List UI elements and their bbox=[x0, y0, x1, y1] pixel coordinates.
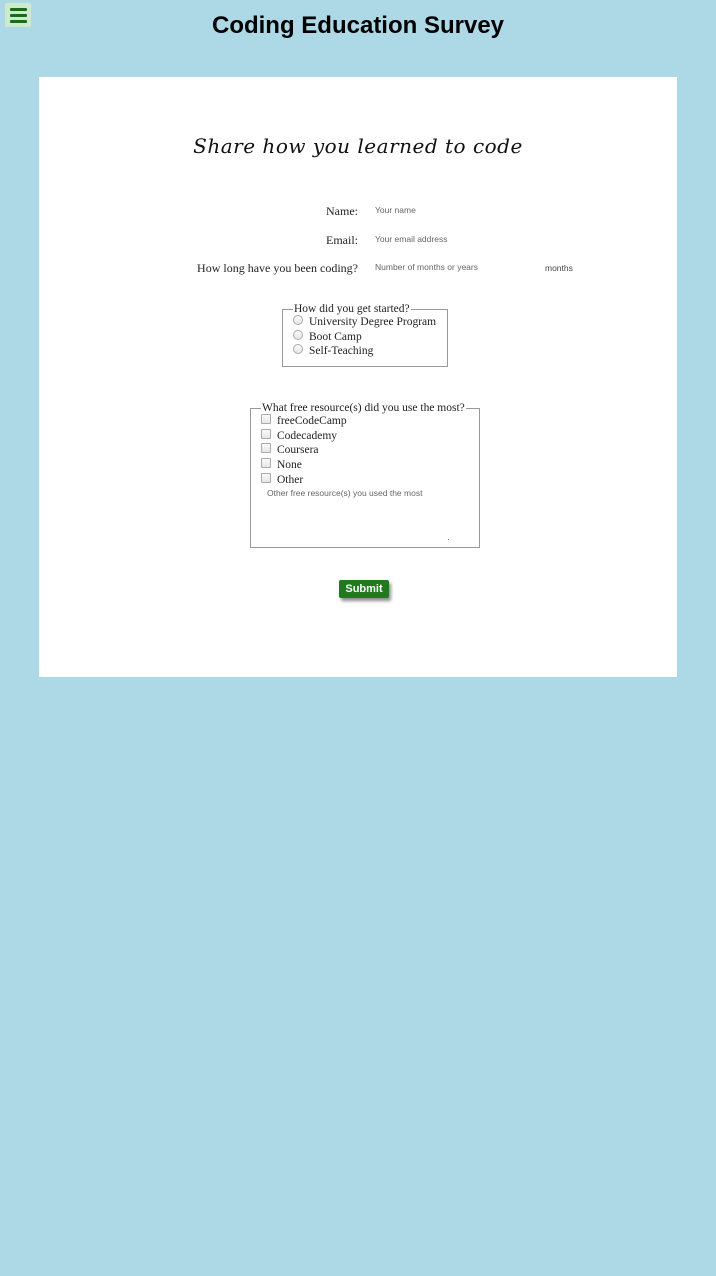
submit-button[interactable]: Submit bbox=[339, 580, 389, 598]
survey-card: Share how you learned to code Name: Emai… bbox=[39, 77, 677, 677]
menu-bar bbox=[9, 7, 27, 11]
radio-button[interactable] bbox=[293, 329, 303, 340]
option-label: University Degree Program bbox=[309, 316, 437, 329]
email-row: Email: bbox=[39, 230, 677, 250]
radio-button[interactable] bbox=[293, 315, 303, 326]
duration-input[interactable] bbox=[369, 259, 541, 275]
email-label: Email: bbox=[326, 233, 358, 247]
option-label: Coursera bbox=[277, 444, 319, 457]
resource-option-none[interactable]: None bbox=[261, 458, 469, 473]
checkbox[interactable] bbox=[261, 443, 271, 454]
option-label: Boot Camp bbox=[309, 330, 362, 343]
resources-legend: What free resource(s) did you use the mo… bbox=[262, 402, 465, 414]
checkbox[interactable] bbox=[261, 458, 271, 469]
name-input[interactable] bbox=[369, 202, 541, 218]
resource-option-coursera[interactable]: Coursera bbox=[261, 443, 469, 458]
started-legend: How did you get started? bbox=[294, 303, 410, 315]
started-option-university[interactable]: University Degree Program bbox=[293, 315, 437, 330]
started-option-bootcamp[interactable]: Boot Camp bbox=[293, 329, 437, 345]
checkbox[interactable] bbox=[261, 428, 271, 439]
duration-row: How long have you been coding? months bbox=[39, 258, 677, 278]
option-label: freeCodeCamp bbox=[277, 415, 347, 428]
radio-button[interactable] bbox=[293, 344, 303, 355]
form-subtitle: Share how you learned to code bbox=[193, 134, 523, 158]
resource-option-freecodecamp[interactable]: freeCodeCamp bbox=[261, 414, 469, 429]
name-label: Name: bbox=[326, 204, 358, 218]
resources-fieldset: What free resource(s) did you use the mo… bbox=[250, 402, 480, 548]
resource-option-other[interactable]: Other bbox=[261, 472, 469, 487]
duration-label: How long have you been coding? bbox=[197, 261, 358, 275]
duration-unit: months bbox=[545, 263, 573, 273]
name-row: Name: bbox=[39, 201, 677, 221]
option-label: Self-Teaching bbox=[309, 345, 374, 358]
resource-option-codecademy[interactable]: Codecademy bbox=[261, 428, 469, 444]
option-label: Codecademy bbox=[277, 429, 338, 442]
other-resource-textarea[interactable] bbox=[267, 487, 435, 526]
started-fieldset: How did you get started? University Degr… bbox=[282, 303, 448, 367]
email-input[interactable] bbox=[369, 231, 541, 247]
checkbox[interactable] bbox=[261, 472, 271, 483]
resize-handle[interactable] bbox=[448, 539, 449, 540]
started-option-self-teaching[interactable]: Self-Teaching bbox=[293, 344, 437, 359]
page-title: Coding Education Survey bbox=[211, 12, 505, 39]
option-label: None bbox=[277, 459, 302, 472]
checkbox[interactable] bbox=[261, 414, 271, 425]
option-label: Other bbox=[277, 473, 304, 486]
